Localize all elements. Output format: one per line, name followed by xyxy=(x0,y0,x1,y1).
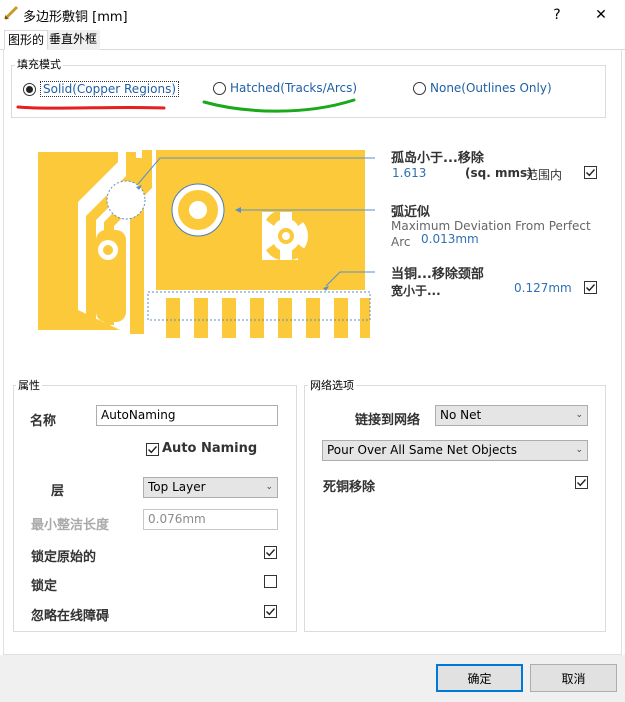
min-primitive-input[interactable]: 0.076mm xyxy=(143,509,278,530)
min-primitive-label: 最小整洁长度 xyxy=(31,518,110,533)
net-select-value: No Net xyxy=(440,408,482,422)
arc-approx-label: 弧近似 xyxy=(391,205,431,220)
neck-remove-label: 当铜...移除颈部 xyxy=(391,267,484,282)
lock-primitives-label: 锁定原始的 xyxy=(31,550,97,565)
island-range-label: 范围内 xyxy=(526,168,563,182)
radio-solid-indicator[interactable] xyxy=(23,82,36,96)
neck-width-value[interactable]: 0.127mm xyxy=(514,281,572,295)
fill-mode-group-label: 填充模式 xyxy=(15,58,63,71)
remove-dead-copper-checkbox[interactable] xyxy=(575,476,588,489)
auto-naming-label: Auto Naming xyxy=(162,441,258,456)
locked-label: 锁定 xyxy=(31,579,58,594)
auto-naming-checkbox[interactable] xyxy=(146,443,159,456)
ok-button[interactable]: 确定 xyxy=(436,664,523,692)
radio-none-label: None(Outlines Only) xyxy=(430,81,552,95)
name-input[interactable]: AutoNaming xyxy=(96,405,278,426)
pour-over-select[interactable]: Pour Over All Same Net Objects ⌄ xyxy=(322,440,588,461)
layer-select[interactable]: Top Layer ⌄ xyxy=(143,477,278,498)
chevron-down-icon: ⌄ xyxy=(575,410,583,420)
island-label: 孤岛小于...移除 xyxy=(391,151,484,166)
radio-solid[interactable]: Solid(Copper Regions) xyxy=(23,81,180,97)
help-button[interactable]: ? xyxy=(537,0,577,30)
connect-to-net-label: 链接到网络 xyxy=(355,413,421,428)
layer-label: 层 xyxy=(51,484,65,499)
island-unit: (sq. mms) xyxy=(465,166,533,180)
radio-solid-label: Solid(Copper Regions) xyxy=(40,81,180,97)
properties-group-label: 属性 xyxy=(16,379,42,392)
net-select[interactable]: No Net ⌄ xyxy=(435,405,588,426)
ignore-obstacles-checkbox[interactable] xyxy=(264,605,277,618)
chevron-down-icon: ⌄ xyxy=(265,482,273,492)
ignore-obstacles-label: 忽略在线障碍 xyxy=(31,609,110,624)
arc-deviation-desc2: Arc xyxy=(391,235,411,249)
radio-none[interactable]: None(Outlines Only) xyxy=(413,81,552,95)
title-bar: 多边形敷铜 [mm] ? ✕ xyxy=(0,0,625,30)
annotation-underlines xyxy=(16,98,356,113)
radio-hatched-label: Hatched(Tracks/Arcs) xyxy=(230,81,358,95)
radio-hatched-indicator[interactable] xyxy=(213,81,226,95)
locked-checkbox[interactable] xyxy=(264,575,277,588)
app-icon xyxy=(3,5,19,21)
neck-remove-checkbox[interactable] xyxy=(584,281,597,294)
arc-deviation-value[interactable]: 0.013mm xyxy=(421,232,479,246)
cancel-button[interactable]: 取消 xyxy=(530,664,617,692)
neck-width-label: 宽小于... xyxy=(391,284,441,298)
arc-deviation-desc: Maximum Deviation From Perfect xyxy=(391,219,591,233)
tab-vertex-outline[interactable]: 垂直外框 xyxy=(46,30,101,50)
close-button[interactable]: ✕ xyxy=(581,0,621,30)
tab-bar: 图形的 垂直外框 xyxy=(0,30,625,50)
island-area-value[interactable]: 1.613 xyxy=(392,166,426,180)
name-label: 名称 xyxy=(30,414,57,429)
net-options-group-label: 网络选项 xyxy=(308,379,356,392)
remove-dead-copper-label: 死铜移除 xyxy=(323,480,376,495)
island-remove-checkbox[interactable] xyxy=(584,166,597,179)
tab-graphical[interactable]: 图形的 xyxy=(4,30,49,50)
lock-primitives-checkbox[interactable] xyxy=(264,546,277,559)
chevron-down-icon: ⌄ xyxy=(575,445,583,455)
radio-hatched[interactable]: Hatched(Tracks/Arcs) xyxy=(213,81,357,95)
radio-none-indicator[interactable] xyxy=(413,81,426,95)
window-title: 多边形敷铜 [mm] xyxy=(23,10,128,25)
polygon-preview-image xyxy=(38,150,375,338)
pour-over-select-value: Pour Over All Same Net Objects xyxy=(327,443,517,457)
layer-select-value: Top Layer xyxy=(148,480,206,494)
